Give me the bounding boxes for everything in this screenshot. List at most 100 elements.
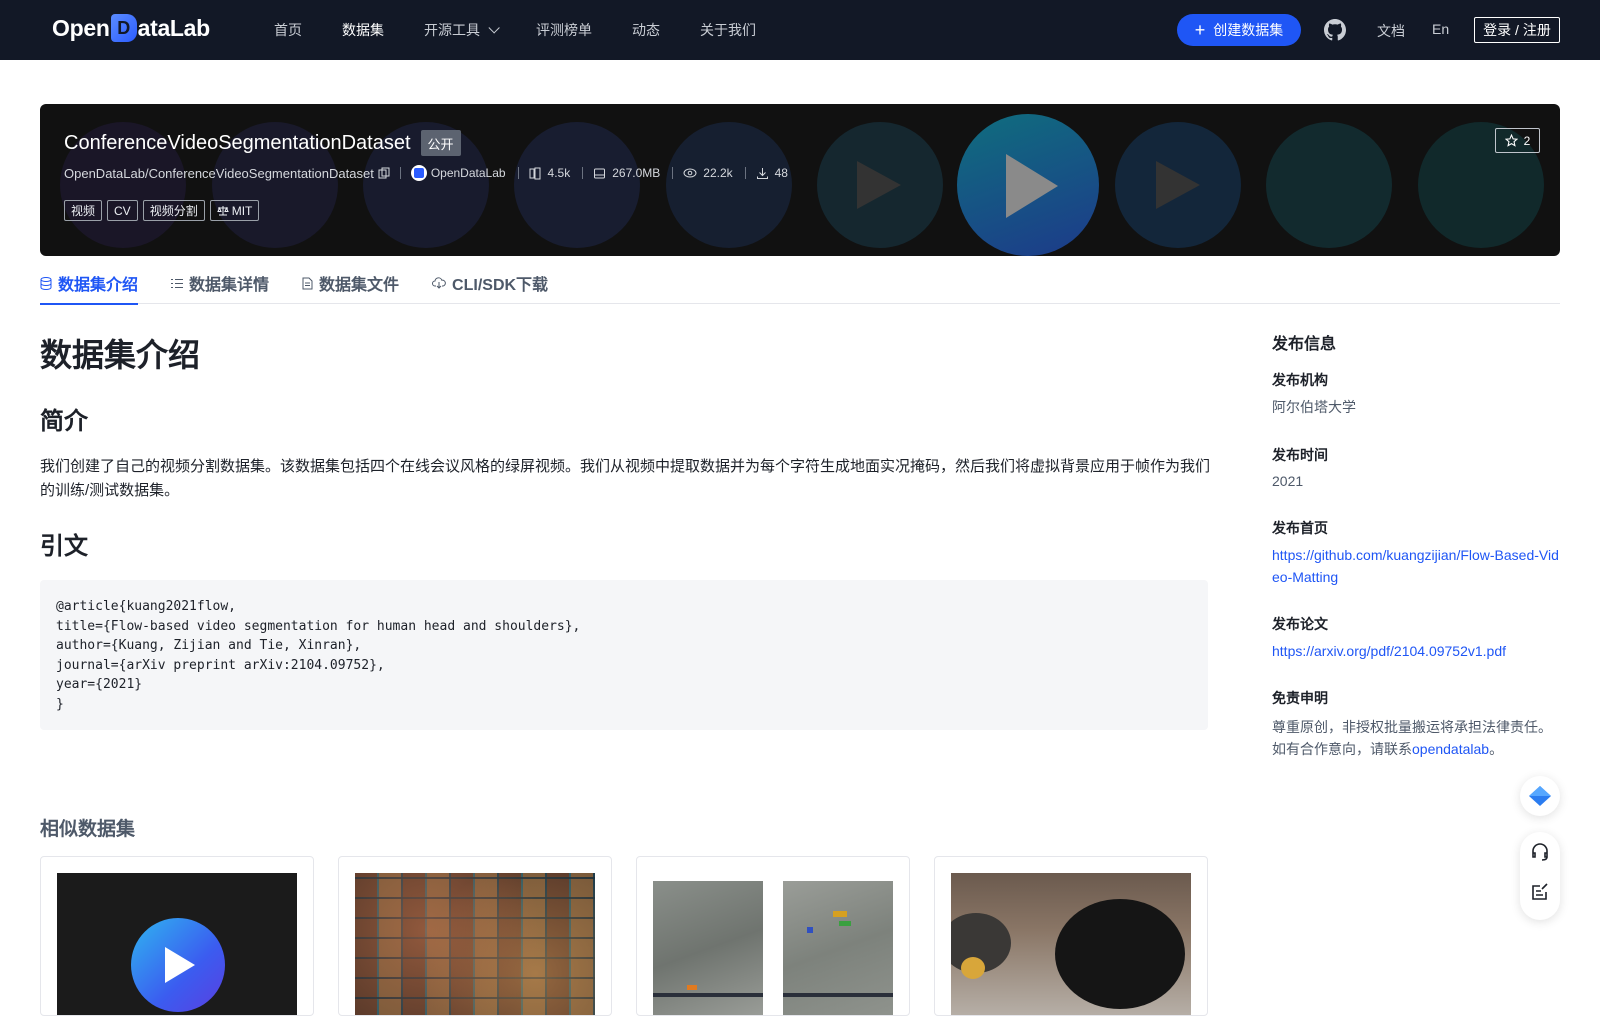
language-switch[interactable]: En — [1432, 21, 1449, 37]
star-button[interactable]: 2 — [1495, 128, 1540, 153]
dataset-tabs: 数据集介绍 数据集详情 数据集文件 CLI/SDK下载 — [40, 262, 1560, 305]
opendatalab-logo[interactable]: Open D ataLab — [52, 14, 210, 42]
file-count-value: 4.5k — [547, 166, 571, 180]
thumbnail-color-overlay — [355, 873, 595, 1015]
star-count: 2 — [1523, 133, 1531, 148]
publish-time-label: 发布时间 — [1272, 447, 1328, 463]
view-count: 22.2k — [683, 166, 733, 180]
feedback-button[interactable] — [1520, 872, 1560, 912]
publish-time-value: 2021 — [1272, 473, 1304, 489]
similar-dataset-card[interactable] — [40, 856, 314, 1016]
homepage-link[interactable]: https://github.com/kuangzijian/Flow-Base… — [1272, 547, 1559, 585]
citation-code-block[interactable]: @article{kuang2021flow, title={Flow-base… — [40, 580, 1208, 730]
dataset-tags: 视频 CV 视频分割 MIT — [64, 200, 264, 221]
nav-leaderboard[interactable]: 评测榜单 — [536, 20, 592, 40]
customer-service-button[interactable] — [1520, 832, 1560, 872]
meta-separator — [744, 167, 746, 179]
create-dataset-button[interactable]: + 创建数据集 — [1177, 14, 1301, 46]
tag-video[interactable]: 视频 — [64, 200, 103, 221]
banner-decor-circle — [514, 122, 640, 248]
file-icon — [302, 277, 313, 289]
disclaimer-contact-link[interactable]: opendatalab — [1412, 741, 1489, 757]
nav-open-source-tools[interactable]: 开源工具 — [424, 20, 500, 40]
login-register-button[interactable]: 登录 / 注册 — [1474, 17, 1560, 43]
tab-dataset-details[interactable]: 数据集详情 — [171, 262, 269, 304]
diamond-logo-icon — [1529, 786, 1551, 806]
download-icon — [756, 167, 768, 179]
paper-link[interactable]: https://arxiv.org/pdf/2104.09752v1.pdf — [1272, 643, 1506, 659]
chevron-down-icon — [488, 22, 500, 34]
dataset-org[interactable]: OpenDataLab — [410, 165, 506, 181]
tab-dataset-files[interactable]: 数据集文件 — [302, 262, 399, 304]
cooking-pan — [1055, 899, 1185, 1009]
aerial-image-right — [783, 881, 893, 1015]
aerial-object-marker — [833, 911, 847, 917]
docs-link[interactable]: 文档 — [1377, 21, 1405, 41]
aerial-image-divider — [783, 993, 893, 997]
star-icon — [1504, 134, 1518, 147]
disk-icon — [594, 168, 606, 178]
meta-separator — [582, 167, 584, 179]
nav-news[interactable]: 动态 — [632, 20, 660, 40]
disclaimer-label: 免责申明 — [1272, 690, 1328, 706]
tab-cli-sdk-download-label: CLI/SDK下载 — [452, 277, 549, 294]
headset-icon — [1532, 843, 1548, 861]
nav-home[interactable]: 首页 — [274, 20, 302, 40]
play-icon — [1156, 161, 1200, 209]
tag-video-segmentation[interactable]: 视频分割 — [142, 200, 205, 221]
homepage-value: https://github.com/kuangzijian/Flow-Base… — [1272, 544, 1562, 588]
aerial-object-marker — [839, 921, 851, 926]
paper-value: https://arxiv.org/pdf/2104.09752v1.pdf — [1272, 640, 1562, 662]
citation-text: @article{kuang2021flow, title={Flow-base… — [56, 599, 581, 712]
tab-dataset-intro[interactable]: 数据集介绍 — [40, 262, 139, 305]
visibility-badge: 公开 — [420, 130, 461, 156]
publish-info-title: 发布信息 — [1272, 336, 1337, 353]
intro-paragraph: 我们创建了自己的视频分割数据集。该数据集包括四个在线会议风格的绿屏视频。我们从视… — [40, 458, 1211, 499]
logo-text-open: Open — [52, 14, 110, 41]
aerial-object-marker — [687, 985, 697, 990]
aerial-image-divider — [653, 993, 763, 997]
aerial-image-left — [653, 881, 763, 1015]
org-logo-icon — [410, 165, 427, 181]
tab-dataset-files-label: 数据集文件 — [319, 277, 400, 294]
publisher-label: 发布机构 — [1272, 372, 1328, 388]
view-count-value: 22.2k — [703, 166, 733, 180]
dataset-title-row: ConferenceVideoSegmentationDataset 公开 — [64, 130, 461, 156]
github-icon[interactable] — [1324, 19, 1346, 41]
plus-icon: + — [1194, 20, 1206, 40]
food-item — [961, 957, 985, 979]
floating-feature-button[interactable] — [1520, 776, 1560, 816]
similar-dataset-thumbnail — [57, 873, 297, 1015]
dataset-title: ConferenceVideoSegmentationDataset — [64, 131, 411, 154]
nav-about[interactable]: 关于我们 — [700, 20, 756, 40]
top-navigation-bar: Open D ataLab 首页 数据集 开源工具 评测榜单 动态 关于我们 +… — [0, 0, 1600, 60]
publish-info-sidebar: 发布信息 发布机构 阿尔伯塔大学 发布时间 2021 发布首页 https://… — [1272, 330, 1562, 757]
nav-open-source-tools-label: 开源工具 — [424, 22, 480, 38]
dataset-banner: ConferenceVideoSegmentationDataset 公开 Op… — [40, 104, 1560, 256]
eye-icon — [683, 168, 697, 178]
tab-dataset-intro-label: 数据集介绍 — [58, 277, 139, 294]
paper-label: 发布论文 — [1272, 616, 1328, 632]
similar-dataset-card[interactable] — [636, 856, 910, 1016]
copy-icon[interactable] — [378, 167, 390, 179]
download-count-value: 48 — [774, 166, 788, 180]
homepage-label: 发布首页 — [1272, 520, 1328, 536]
tab-dataset-details-label: 数据集详情 — [189, 277, 270, 294]
banner-decor-circle — [1266, 122, 1392, 248]
cloud-download-icon — [432, 277, 446, 289]
logo-d-mark: D — [110, 14, 137, 42]
nav-datasets[interactable]: 数据集 — [342, 20, 384, 40]
similar-dataset-thumbnail — [355, 873, 595, 1015]
license-label: MIT — [231, 203, 253, 218]
publisher-value: 阿尔伯塔大学 — [1272, 399, 1356, 415]
edit-feedback-icon — [1532, 883, 1548, 900]
tab-cli-sdk-download[interactable]: CLI/SDK下载 — [432, 262, 548, 304]
download-count: 48 — [756, 166, 788, 180]
similar-dataset-thumbnail — [653, 873, 893, 1015]
play-icon — [1006, 154, 1058, 218]
similar-dataset-card[interactable] — [934, 856, 1208, 1016]
similar-dataset-card[interactable] — [338, 856, 612, 1016]
license-tag[interactable]: MIT — [209, 200, 260, 221]
files-icon — [529, 167, 541, 179]
tag-cv[interactable]: CV — [107, 200, 138, 221]
